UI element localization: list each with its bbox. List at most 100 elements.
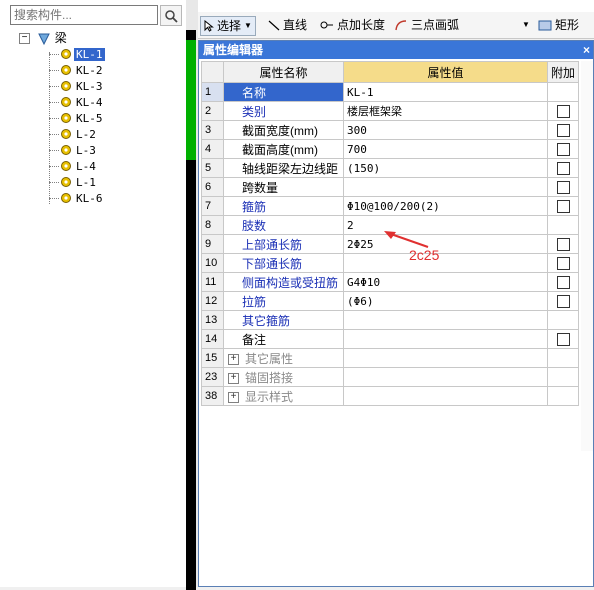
property-row[interactable]: 1 名称 KL-1 [201,82,580,102]
tree-item[interactable]: L-2 [16,126,186,142]
tree-item-label: KL-1 [74,48,105,61]
row-number: 4 [201,139,224,159]
tree-connector [49,198,59,199]
toolbar-dropdown[interactable]: ▼ [522,16,530,34]
search-button[interactable] [160,5,182,26]
attach-checkbox[interactable] [556,105,570,119]
tree-item[interactable]: KL-2 [16,62,186,78]
rect-tool[interactable]: 矩形 [538,16,579,34]
tree-item[interactable]: KL-1 [16,46,186,62]
property-row[interactable]: 2 类别 楼层框架梁 [201,101,580,121]
tree-item-label: L-1 [76,176,96,189]
property-group-row[interactable]: 15 + 其它属性 [201,348,580,368]
tree-connector [49,70,59,71]
tree-item-label: KL-5 [76,112,103,125]
attach-checkbox[interactable] [556,333,570,347]
row-number: 8 [201,215,224,235]
rect-tool-label: 矩形 [555,18,580,32]
property-value[interactable]: Φ10@100/200(2) [343,196,548,216]
row-number: 11 [201,272,224,292]
attach-checkbox[interactable] [556,295,570,309]
attach-checkbox[interactable] [556,238,570,252]
property-row[interactable]: 13 其它箍筋 [201,310,580,330]
tree-connector [49,150,59,151]
property-value[interactable] [343,177,548,197]
attach-cell [546,158,580,178]
property-editor-title: 属性编辑器 [203,43,264,57]
tree-item[interactable]: KL-4 [16,94,186,110]
attach-checkbox[interactable] [556,143,570,157]
line-tool[interactable]: 直线 [268,16,307,34]
row-number: 6 [201,177,224,197]
property-value[interactable]: 2Φ25 [343,234,548,254]
select-tool[interactable]: 选择 ▼ [200,16,256,36]
property-row[interactable]: 4 截面高度(mm) 700 [201,139,580,159]
attach-cell [546,234,580,254]
gear-icon [61,193,71,203]
tree-item-label: KL-2 [76,64,103,77]
property-name: 肢数 [223,215,344,235]
attach-checkbox[interactable] [556,124,570,138]
tree-item[interactable]: L-3 [16,142,186,158]
property-value[interactable]: (150) [343,158,548,178]
arc-tool[interactable]: 三点画弧 [394,16,459,34]
point-length-tool[interactable]: 点加长度 [320,16,385,34]
attach-checkbox[interactable] [556,276,570,290]
tree-item[interactable]: KL-3 [16,78,186,94]
attach-checkbox[interactable] [556,200,570,214]
property-name: 备注 [223,329,344,349]
property-group-row[interactable]: 38 + 显示样式 [201,386,580,406]
property-value[interactable] [343,329,548,349]
arc-icon [395,20,407,31]
property-value[interactable]: 300 [343,120,548,140]
property-value[interactable]: 700 [343,139,548,159]
drawing-toolbar: 选择 ▼ 直线 点加长度 三点画弧 ▼ 矩形 [198,12,594,39]
row-number: 14 [201,329,224,349]
property-row[interactable]: 11 侧面构造或受扭筋 G4Φ10 [201,272,580,292]
expand-icon[interactable]: + [228,353,239,365]
property-group-row[interactable]: 23 + 锚固搭接 [201,367,580,387]
property-name: 跨数量 [223,177,344,197]
property-group[interactable]: + 其它属性 [223,348,344,368]
property-value[interactable] [343,310,548,330]
property-group[interactable]: + 锚固搭接 [223,367,344,387]
gear-icon [61,65,71,75]
search-input[interactable] [10,5,158,25]
gear-icon [61,129,71,139]
tree-item[interactable]: KL-6 [16,190,186,206]
vertical-scrollbar[interactable] [581,61,593,451]
property-name: 轴线距梁左边线距 [223,158,344,178]
close-icon[interactable]: × [583,41,590,59]
property-name: 上部通长筋 [223,234,344,254]
property-value[interactable]: G4Φ10 [343,272,548,292]
property-value[interactable]: 楼层框架梁 [343,101,548,121]
property-value[interactable]: (Φ6) [343,291,548,311]
property-row[interactable]: 12 拉筋 (Φ6) [201,291,580,311]
property-row[interactable]: 5 轴线距梁左边线距 (150) [201,158,580,178]
property-group-label: 锚固搭接 [245,370,294,385]
tree-item[interactable]: KL-5 [16,110,186,126]
row-number: 7 [201,196,224,216]
property-row[interactable]: 14 备注 [201,329,580,349]
property-value[interactable]: KL-1 [343,82,548,102]
property-name: 名称 [223,82,344,102]
property-row[interactable]: 7 箍筋 Φ10@100/200(2) [201,196,580,216]
expand-icon[interactable]: + [228,372,239,384]
property-value[interactable]: 2 [343,215,548,235]
attach-checkbox[interactable] [556,162,570,176]
tree-root[interactable]: − 梁 [16,30,186,46]
property-row[interactable]: 10 下部通长筋 [201,253,580,273]
row-number-header [201,61,224,83]
attach-cell [546,291,580,311]
tree-item[interactable]: L-4 [16,158,186,174]
property-group[interactable]: + 显示样式 [223,386,344,406]
tree-item[interactable]: L-1 [16,174,186,190]
attach-checkbox[interactable] [556,181,570,195]
attach-checkbox[interactable] [556,257,570,271]
expand-icon[interactable]: + [228,391,239,403]
collapse-icon[interactable]: − [19,33,30,45]
dropdown-arrow-icon[interactable]: ▼ [244,17,252,35]
property-value[interactable] [343,253,548,273]
property-row[interactable]: 3 截面宽度(mm) 300 [201,120,580,140]
property-row[interactable]: 6 跨数量 [201,177,580,197]
